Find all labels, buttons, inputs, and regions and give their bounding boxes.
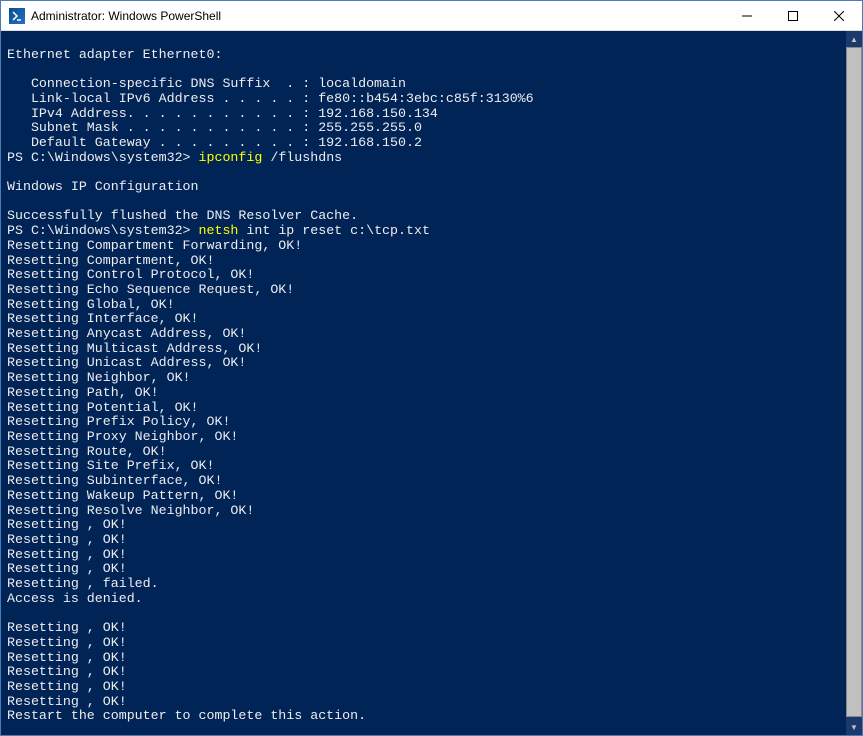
output-line: Resetting , OK! (7, 620, 127, 635)
output-line: Resetting Site Prefix, OK! (7, 458, 214, 473)
output-line: Resetting Path, OK! (7, 385, 159, 400)
output-line: Resetting , OK! (7, 664, 127, 679)
output-line: Resetting Multicast Address, OK! (7, 341, 262, 356)
output-line: Resetting Neighbor, OK! (7, 370, 191, 385)
scroll-thumb[interactable] (846, 47, 862, 717)
output-line: Resetting , failed. (7, 576, 159, 591)
output-line: Resetting , OK! (7, 694, 127, 709)
output-line: Resetting , OK! (7, 547, 127, 562)
window-title: Administrator: Windows PowerShell (31, 9, 724, 23)
output-line: Resetting Resolve Neighbor, OK! (7, 503, 254, 518)
command: netsh (199, 223, 247, 238)
output-line: Link-local IPv6 Address . . . . . : fe80… (7, 91, 534, 106)
output-line: Resetting Potential, OK! (7, 400, 199, 415)
close-button[interactable] (816, 1, 862, 30)
output-line: Resetting , OK! (7, 635, 127, 650)
terminal-area[interactable]: Ethernet adapter Ethernet0: Connection-s… (1, 31, 862, 735)
scroll-down-arrow[interactable]: ▼ (846, 719, 862, 735)
output-line: Resetting , OK! (7, 517, 127, 532)
command-arg: int ip reset c:\tcp.txt (246, 223, 430, 238)
output-line: Resetting Route, OK! (7, 444, 167, 459)
command-arg: /flushdns (270, 150, 342, 165)
output-line: Resetting , OK! (7, 561, 127, 576)
output-line: Resetting Compartment Forwarding, OK! (7, 238, 302, 253)
output-line: Resetting Control Protocol, OK! (7, 267, 254, 282)
output-line: Resetting , OK! (7, 650, 127, 665)
output-line: Default Gateway . . . . . . . . . : 192.… (7, 135, 422, 150)
prompt-path: PS C:\Windows\system32> (7, 223, 199, 238)
scrollbar[interactable]: ▲ ▼ (846, 31, 862, 735)
output-line: Resetting Interface, OK! (7, 311, 199, 326)
output-line: Resetting Anycast Address, OK! (7, 326, 246, 341)
output-line: Access is denied. (7, 591, 143, 606)
window-controls (724, 1, 862, 30)
output-line: Connection-specific DNS Suffix . : local… (7, 76, 406, 91)
output-line: Resetting , OK! (7, 679, 127, 694)
output-line: Resetting Compartment, OK! (7, 253, 214, 268)
minimize-button[interactable] (724, 1, 770, 30)
output-line: Ethernet adapter Ethernet0: (7, 47, 222, 62)
scroll-up-arrow[interactable]: ▲ (846, 31, 862, 47)
powershell-icon (9, 8, 25, 24)
output-line: Resetting Unicast Address, OK! (7, 355, 246, 370)
output-line: Subnet Mask . . . . . . . . . . . : 255.… (7, 120, 422, 135)
output-line: Restart the computer to complete this ac… (7, 708, 366, 723)
output-line: Resetting Global, OK! (7, 297, 175, 312)
titlebar[interactable]: Administrator: Windows PowerShell (1, 1, 862, 31)
output-line: IPv4 Address. . . . . . . . . . . : 192.… (7, 106, 438, 121)
output-line: Resetting Subinterface, OK! (7, 473, 222, 488)
command: ipconfig (199, 150, 271, 165)
maximize-button[interactable] (770, 1, 816, 30)
output-line: Resetting Wakeup Pattern, OK! (7, 488, 238, 503)
output-line: Resetting , OK! (7, 532, 127, 547)
output-line: Resetting Echo Sequence Request, OK! (7, 282, 294, 297)
output-line: Windows IP Configuration (7, 179, 199, 194)
powershell-window: Administrator: Windows PowerShell Ethern… (0, 0, 863, 736)
output-line: Resetting Proxy Neighbor, OK! (7, 429, 238, 444)
terminal-content: Ethernet adapter Ethernet0: Connection-s… (7, 33, 856, 735)
output-line: Successfully flushed the DNS Resolver Ca… (7, 208, 358, 223)
output-line: Resetting Prefix Policy, OK! (7, 414, 230, 429)
prompt-path: PS C:\Windows\system32> (7, 150, 199, 165)
